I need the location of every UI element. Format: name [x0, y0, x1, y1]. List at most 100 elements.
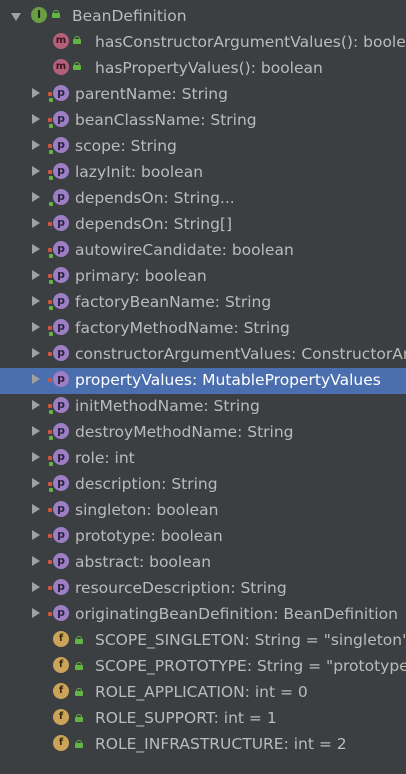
chevron-right-icon[interactable]	[32, 504, 40, 514]
tree-node-property[interactable]: p singleton: boolean	[0, 498, 406, 524]
method-icon: m	[53, 59, 69, 75]
tree-node-field[interactable]: f SCOPE_PROTOTYPE: String = "prototype"	[0, 654, 406, 680]
tree-node-label: propertyValues: MutablePropertyValues	[75, 371, 381, 389]
tree-node-property[interactable]: p abstract: boolean	[0, 550, 406, 576]
property-icon: p	[53, 605, 69, 621]
chevron-right-icon[interactable]	[32, 270, 40, 280]
tree-node-label: ROLE_APPLICATION: int = 0	[95, 683, 308, 701]
chevron-right-icon[interactable]	[32, 400, 40, 410]
tree-node-property[interactable]: p autowireCandidate: boolean	[0, 238, 406, 264]
tree-node-property[interactable]: p role: int	[0, 446, 406, 472]
tree-node-method[interactable]: m hasPropertyValues(): boolean	[0, 56, 406, 82]
chevron-right-icon[interactable]	[32, 530, 40, 540]
chevron-right-icon[interactable]	[32, 322, 40, 332]
tree-node-field[interactable]: f ROLE_APPLICATION: int = 0	[0, 680, 406, 706]
interface-icon: I	[31, 7, 47, 23]
chevron-right-icon[interactable]	[32, 608, 40, 618]
tree-node-property[interactable]: p constructorArgumentValues: ConstructorA…	[0, 342, 406, 368]
chevron-right-icon[interactable]	[32, 556, 40, 566]
field-icon: f	[53, 657, 69, 673]
property-icon: p	[53, 85, 69, 101]
chevron-right-icon[interactable]	[32, 452, 40, 462]
property-icon: p	[53, 423, 69, 439]
property-icon: p	[53, 215, 69, 231]
tree-node-property[interactable]: p parentName: String	[0, 82, 406, 108]
tree-node-property[interactable]: p resourceDescription: String	[0, 576, 406, 602]
tree-node-property[interactable]: p initMethodName: String	[0, 394, 406, 420]
field-icon: f	[53, 709, 69, 725]
property-icon: p	[53, 189, 69, 205]
public-lock-icon	[75, 688, 83, 696]
tree-node-label: factoryMethodName: String	[75, 319, 290, 337]
chevron-right-icon[interactable]	[32, 374, 40, 384]
property-icon: p	[53, 345, 69, 361]
tree-node-label: BeanDefinition	[72, 7, 187, 25]
chevron-right-icon[interactable]	[32, 166, 40, 176]
tree-node-property[interactable]: p factoryBeanName: String	[0, 290, 406, 316]
tree-node-label: constructorArgumentValues: ConstructorAr…	[75, 345, 406, 363]
tree-node-label: lazyInit: boolean	[75, 163, 204, 181]
property-icon: p	[53, 475, 69, 491]
property-icon: p	[53, 501, 69, 517]
tree-node-label: role: int	[75, 449, 135, 467]
public-lock-icon	[75, 740, 83, 748]
tree-node-field[interactable]: f ROLE_SUPPORT: int = 1	[0, 706, 406, 732]
chevron-right-icon[interactable]	[32, 88, 40, 98]
tree-node-property[interactable]: p factoryMethodName: String	[0, 316, 406, 342]
chevron-right-icon[interactable]	[32, 140, 40, 150]
tree-node-label: hasConstructorArgumentValues(): boolean	[95, 33, 406, 51]
public-lock-icon	[75, 714, 83, 722]
tree-node-field[interactable]: f ROLE_INFRASTRUCTURE: int = 2	[0, 732, 406, 758]
chevron-right-icon[interactable]	[32, 478, 40, 488]
tree-node-label: originatingBeanDefinition: BeanDefinitio…	[75, 605, 398, 623]
tree-node-label: SCOPE_SINGLETON: String = "singleton"	[95, 631, 406, 649]
tree-node-property[interactable]: p destroyMethodName: String	[0, 420, 406, 446]
tree-node-label: factoryBeanName: String	[75, 293, 272, 311]
field-icon: f	[53, 631, 69, 647]
chevron-right-icon[interactable]	[32, 192, 40, 202]
tree-node-label: ROLE_SUPPORT: int = 1	[95, 709, 277, 727]
tree-node-label: resourceDescription: String	[75, 579, 287, 597]
tree-node-label: dependsOn: String...	[75, 189, 235, 207]
public-lock-icon	[75, 636, 83, 644]
chevron-right-icon[interactable]	[32, 582, 40, 592]
chevron-right-icon[interactable]	[32, 296, 40, 306]
tree-node-label: singleton: boolean	[75, 501, 219, 519]
tree-node-property[interactable]: p prototype: boolean	[0, 524, 406, 550]
tree-node-label: beanClassName: String	[75, 111, 257, 129]
public-lock-icon	[75, 662, 83, 670]
tree-node-label: parentName: String	[75, 85, 228, 103]
chevron-right-icon[interactable]	[32, 218, 40, 228]
chevron-right-icon[interactable]	[32, 348, 40, 358]
tree-node-label: autowireCandidate: boolean	[75, 241, 294, 259]
tree-node-property[interactable]: p beanClassName: String	[0, 108, 406, 134]
tree-node-property[interactable]: p originatingBeanDefinition: BeanDefiniti…	[0, 602, 406, 628]
tree-node-property[interactable]: p description: String	[0, 472, 406, 498]
property-icon: p	[53, 319, 69, 335]
tree-node-property[interactable]: p lazyInit: boolean	[0, 160, 406, 186]
tree-node-label: destroyMethodName: String	[75, 423, 294, 441]
tree-node-label: dependsOn: String[]	[75, 215, 233, 233]
tree-node-root[interactable]: I BeanDefinition	[0, 4, 406, 30]
tree-node-label: description: String	[75, 475, 218, 493]
field-icon: f	[53, 735, 69, 751]
tree-node-method[interactable]: m hasConstructorArgumentValues(): boolean	[0, 30, 406, 56]
tree-node-property[interactable]: p primary: boolean	[0, 264, 406, 290]
tree-node-property[interactable]: p propertyValues: MutablePropertyValues	[0, 368, 406, 394]
tree-node-label: primary: boolean	[75, 267, 207, 285]
tree-node-property[interactable]: p scope: String	[0, 134, 406, 160]
chevron-right-icon[interactable]	[32, 426, 40, 436]
public-lock-icon	[52, 10, 60, 18]
tree-node-property[interactable]: p dependsOn: String[]	[0, 212, 406, 238]
property-icon: p	[53, 553, 69, 569]
tree-node-label: hasPropertyValues(): boolean	[95, 59, 323, 77]
property-icon: p	[53, 163, 69, 179]
tree-node-property[interactable]: p dependsOn: String...	[0, 186, 406, 212]
method-icon: m	[53, 33, 69, 49]
chevron-right-icon[interactable]	[32, 114, 40, 124]
chevron-right-icon[interactable]	[32, 244, 40, 254]
structure-tree: I BeanDefinition m hasConstructorArgumentVa…	[0, 0, 406, 774]
property-icon: p	[53, 371, 69, 387]
chevron-down-icon[interactable]	[11, 13, 21, 21]
tree-node-field[interactable]: f SCOPE_SINGLETON: String = "singleton"	[0, 628, 406, 654]
